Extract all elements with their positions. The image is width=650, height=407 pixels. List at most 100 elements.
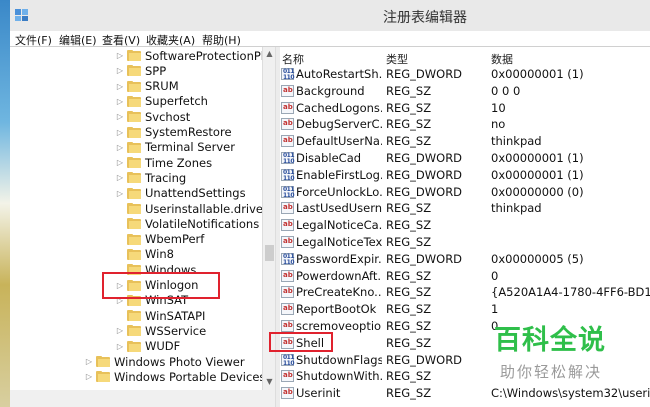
value-data: no — [491, 117, 506, 132]
value-data: 0x00000001 (1) — [491, 167, 584, 182]
folder-icon — [127, 95, 141, 107]
value-type: REG_SZ — [386, 100, 432, 115]
value-name: EnableFirstLog... — [296, 167, 382, 182]
dword-value-icon: 011 110 — [281, 185, 295, 199]
scrollbar-thumb[interactable] — [265, 245, 274, 261]
string-value-icon: ab — [281, 387, 294, 400]
column-header-data[interactable]: 数据 — [491, 51, 513, 67]
expand-arrow-icon[interactable]: ▷ — [115, 66, 125, 75]
value-row[interactable]: 011 110 ForceUnlockLo... REG_DWORD 0x0000000… — [280, 184, 650, 201]
value-row[interactable]: ab Background REG_SZ 0 0 0 — [280, 83, 650, 100]
value-type: REG_SZ — [386, 117, 432, 132]
value-row[interactable]: 011 110 AutoRestartSh... REG_DWORD 0x0000000… — [280, 66, 650, 83]
value-row[interactable]: ab ReportBootOk REG_SZ 1 — [280, 301, 650, 318]
value-type: REG_SZ — [386, 335, 432, 350]
window-title: 注册表编辑器 — [383, 10, 467, 26]
tree-item[interactable]: ▷ Windows Portable Devices — [84, 368, 262, 385]
value-row[interactable]: ab DefaultUserNa... REG_SZ thinkpad — [280, 133, 650, 150]
string-value-icon: ab — [281, 118, 294, 131]
value-data: {A520A1A4-1780-4FF6-BD18-167 — [491, 285, 650, 300]
value-type: REG_SZ — [386, 268, 432, 283]
value-type: REG_SZ — [386, 302, 432, 317]
tree-item-label: Win8 — [145, 247, 174, 262]
folder-icon — [127, 126, 141, 138]
expand-arrow-icon[interactable]: ▷ — [115, 189, 125, 198]
tree-item-label: Terminal Server — [145, 140, 235, 155]
expand-arrow-icon[interactable]: ▷ — [115, 173, 125, 182]
scroll-up-arrow-icon[interactable]: ▲ — [265, 49, 274, 58]
value-type: REG_DWORD — [386, 251, 463, 266]
value-type: REG_DWORD — [386, 67, 463, 81]
tree-item-label: UnattendSettings — [145, 186, 246, 201]
expand-arrow-icon[interactable]: ▷ — [115, 97, 125, 106]
value-type: REG_SZ — [386, 235, 432, 249]
tree-item-label: SPP — [145, 63, 167, 78]
expand-arrow-icon[interactable]: ▷ — [115, 112, 125, 121]
folder-icon — [127, 141, 141, 153]
value-row[interactable]: ab LegalNoticeText REG_SZ — [280, 234, 650, 251]
folder-icon — [127, 111, 141, 123]
expand-arrow-icon[interactable]: ▷ — [115, 51, 125, 60]
expand-arrow-icon[interactable]: ▷ — [115, 143, 125, 152]
value-name: ShutdownFlags — [296, 352, 382, 367]
expand-arrow-icon[interactable]: ▷ — [84, 372, 94, 381]
value-type: REG_SZ — [386, 386, 432, 401]
value-row[interactable]: ab Userinit REG_SZ C:\Windows\system32\user… — [280, 385, 650, 402]
value-data: thinkpad — [491, 201, 542, 216]
watermark-title: 百科全说 — [494, 325, 606, 356]
value-row[interactable]: 011 110 EnableFirstLog... REG_DWORD 0x000000… — [280, 167, 650, 184]
value-name: DefaultUserNa... — [296, 134, 382, 149]
dword-value-icon: 011 110 — [281, 68, 295, 81]
value-row[interactable]: ab PreCreateKno... REG_SZ {A520A1A4-1780-4F… — [280, 284, 650, 301]
tree-item-label: Windows Portable Devices — [114, 369, 262, 384]
tree-item-label: SoftwareProtectionPlatform — [145, 48, 262, 63]
value-row[interactable]: ab DebugServerC... REG_SZ no — [280, 116, 650, 133]
expand-arrow-icon[interactable]: ▷ — [115, 128, 125, 137]
value-type: REG_DWORD — [386, 151, 463, 165]
value-name: DebugServerC... — [296, 117, 382, 132]
string-value-icon: ab — [281, 303, 294, 316]
tree-item-label: SystemRestore — [145, 125, 232, 139]
expand-arrow-icon[interactable]: ▷ — [115, 326, 125, 335]
folder-icon — [127, 340, 141, 352]
value-name: Background — [296, 83, 365, 98]
registry-editor-window: 注册表编辑器 文件(F) 编辑(E) 查看(V) 收藏夹(A) 帮助(H) ▷ S… — [10, 0, 650, 407]
expand-arrow-icon[interactable]: ▷ — [115, 82, 125, 91]
value-name: AutoRestartSh... — [296, 67, 382, 81]
value-data: thinkpad — [491, 134, 542, 149]
value-name: LastUsedUsern... — [296, 201, 382, 216]
value-row[interactable]: ab PowerdownAft... REG_SZ 0 — [280, 268, 650, 285]
value-row[interactable]: abLastUsedUsern... REG_SZ thinkpad — [280, 200, 650, 217]
folder-icon — [127, 218, 141, 230]
value-type: REG_SZ — [386, 218, 432, 233]
column-header-name[interactable]: 名称 — [282, 51, 304, 67]
value-type: REG_SZ — [386, 83, 432, 98]
value-row[interactable]: 011 110 PasswordExpir... REG_DWORD 0x0000000… — [280, 251, 650, 268]
value-data: 10 — [491, 100, 506, 115]
expand-arrow-icon[interactable]: ▷ — [115, 342, 125, 351]
value-row[interactable]: ab CachedLogons... REG_SZ 10 — [280, 100, 650, 117]
value-data: 0 — [491, 268, 499, 283]
tree-horizontal-scrollbar[interactable] — [10, 390, 275, 407]
string-value-icon: ab — [281, 84, 294, 97]
value-row[interactable]: 011 110 DisableCad REG_DWORD 0x00000001 (1) — [280, 150, 650, 167]
tree-item-label: Superfetch — [145, 94, 208, 109]
folder-icon — [127, 172, 141, 184]
value-name: scremoveoption — [296, 319, 382, 333]
string-value-icon: ab — [281, 320, 294, 332]
column-header-type[interactable]: 类型 — [386, 51, 408, 67]
expand-arrow-icon[interactable]: ▷ — [84, 357, 94, 366]
value-type: REG_SZ — [386, 285, 432, 300]
folder-icon — [127, 65, 141, 77]
scroll-down-arrow-icon[interactable]: ▼ — [265, 377, 274, 386]
value-type: REG_DWORD — [386, 352, 463, 367]
watermark-subtitle: 助你轻松解决 — [500, 363, 603, 381]
value-row[interactable]: ab LegalNoticeCa... REG_SZ — [280, 217, 650, 234]
string-value-icon: ab — [281, 135, 294, 148]
value-name: ShutdownWith... — [296, 369, 382, 384]
regedit-app-icon — [15, 9, 28, 21]
value-data: 1 — [491, 302, 499, 317]
value-name: PreCreateKno... — [296, 285, 382, 300]
expand-arrow-icon[interactable]: ▷ — [115, 158, 125, 167]
value-name: CachedLogons... — [296, 100, 382, 115]
